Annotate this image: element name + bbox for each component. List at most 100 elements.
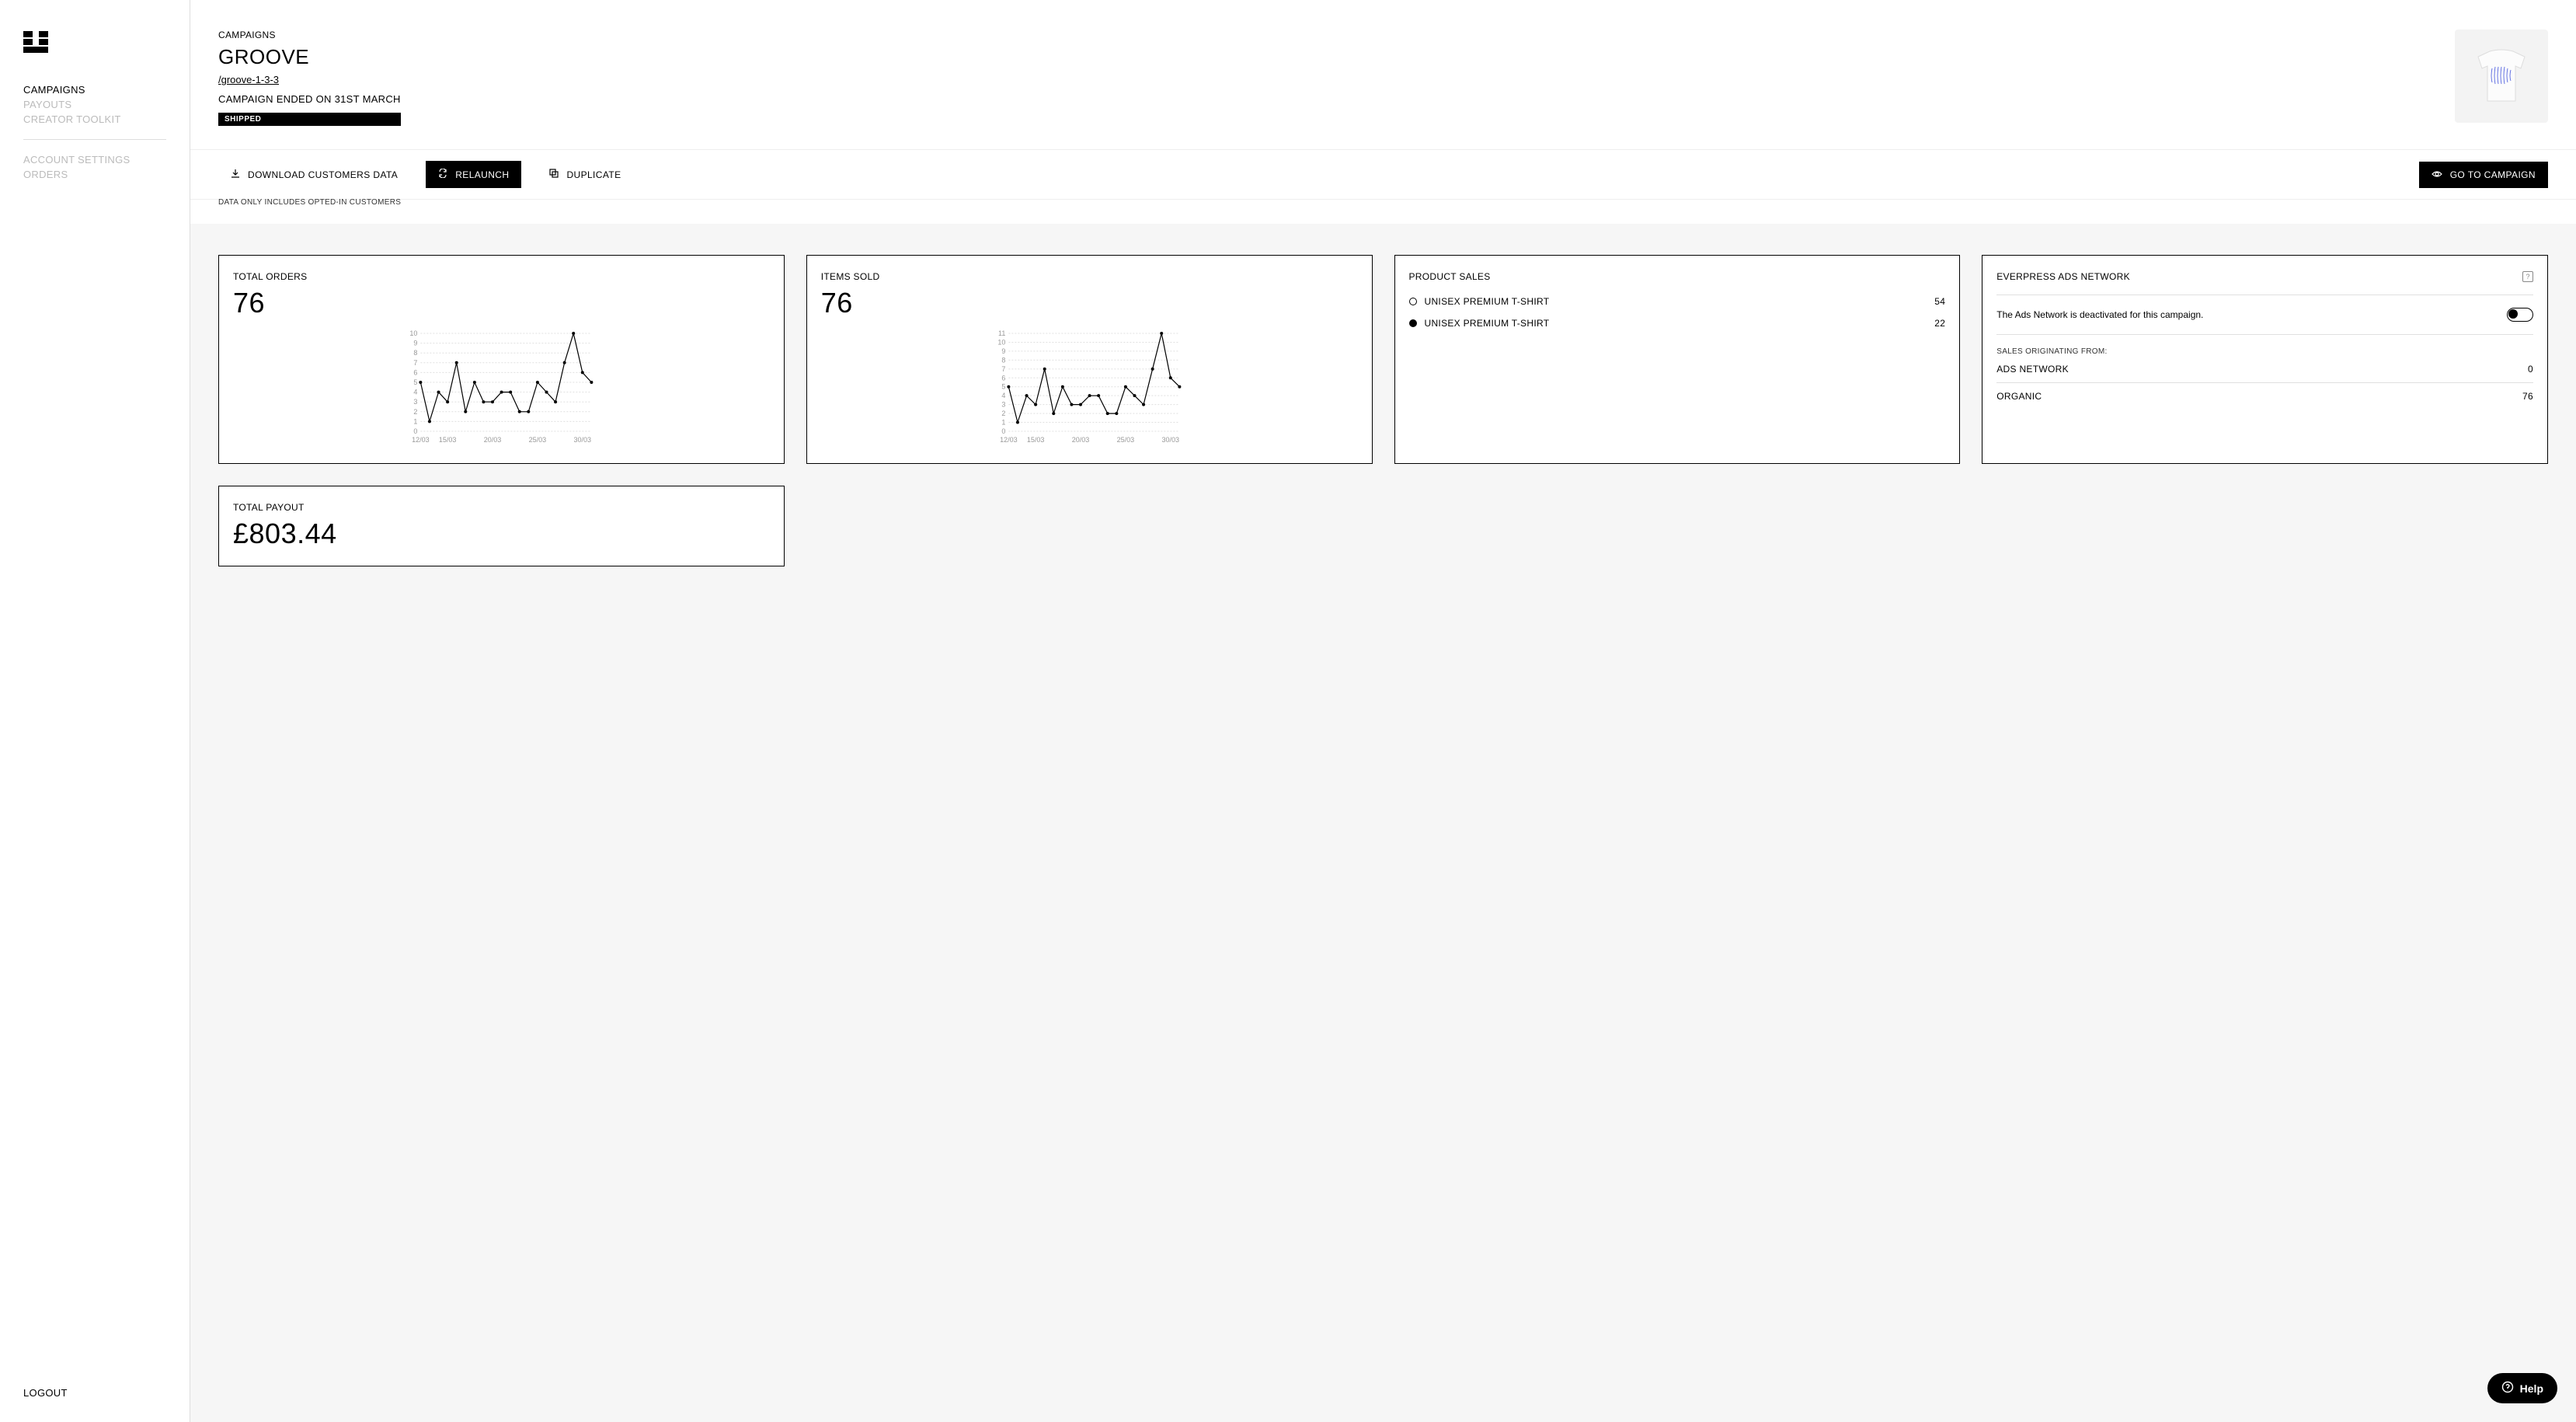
main-content: CAMPAIGNS GROOVE /groove-1-3-3 CAMPAIGN … [190,0,2576,1422]
duplicate-label: DUPLICATE [566,169,621,180]
product-count: 54 [1934,296,1945,307]
nav-orders[interactable]: ORDERS [23,169,166,180]
svg-text:9: 9 [413,340,417,347]
ads-network-card: EVERPRESS ADS NETWORK ? The Ads Network … [1982,255,2548,464]
svg-text:1: 1 [413,417,417,425]
svg-text:2: 2 [413,408,417,416]
product-sales-card: PRODUCT SALES UNISEX PREMIUM T-SHIRT54UN… [1394,255,1961,464]
svg-text:10: 10 [997,338,1005,346]
total-payout-label: TOTAL PAYOUT [233,502,770,513]
status-badge: SHIPPED [218,113,401,126]
campaign-slug-link[interactable]: /groove-1-3-3 [218,74,401,85]
svg-text:5: 5 [1001,383,1005,391]
svg-text:6: 6 [413,368,417,376]
svg-text:20/03: 20/03 [1071,436,1089,444]
ads-network-label: EVERPRESS ADS NETWORK [1996,271,2130,282]
action-bar: DOWNLOAD CUSTOMERS DATA RELAUNCH DUPLICA… [190,149,2576,200]
page-header: CAMPAIGNS GROOVE /groove-1-3-3 CAMPAIGN … [190,0,2576,149]
svg-text:20/03: 20/03 [484,436,502,444]
nav-divider [23,139,166,140]
svg-text:25/03: 25/03 [529,436,547,444]
svg-text:8: 8 [1001,356,1005,364]
dashboard-content: TOTAL ORDERS 76 01234567891012/0315/0320… [190,224,2576,1422]
svg-text:3: 3 [413,398,417,406]
svg-text:12/03: 12/03 [412,436,430,444]
svg-text:15/03: 15/03 [439,436,457,444]
go-to-campaign-button[interactable]: GO TO CAMPAIGN [2419,162,2548,188]
campaign-status-text: CAMPAIGN ENDED ON 31ST MARCH [218,93,401,105]
total-orders-card: TOTAL ORDERS 76 01234567891012/0315/0320… [218,255,785,464]
nav-campaigns[interactable]: CAMPAIGNS [23,84,166,96]
ads-stat-value: 0 [2528,364,2533,375]
go-to-campaign-label: GO TO CAMPAIGN [2450,169,2536,180]
product-name: UNISEX PREMIUM T-SHIRT [1425,296,1927,307]
svg-text:3: 3 [1001,401,1005,409]
sidebar: CAMPAIGNS PAYOUTS CREATOR TOOLKIT ACCOUN… [0,0,190,1422]
svg-text:0: 0 [413,427,417,435]
items-sold-chart: 0123456789101112/0315/0320/0325/0330/03 [821,329,1358,445]
download-icon [231,169,240,180]
ads-stat-value: 76 [2522,391,2533,402]
svg-text:9: 9 [1001,347,1005,355]
items-sold-value: 76 [821,287,1358,319]
svg-text:4: 4 [413,389,417,396]
svg-text:30/03: 30/03 [1161,436,1179,444]
nav-payouts[interactable]: PAYOUTS [23,99,166,110]
nav-account-settings[interactable]: ACCOUNT SETTINGS [23,154,166,166]
ads-stat-row: ORGANIC 76 [1996,383,2533,410]
refresh-icon [438,169,447,180]
help-icon[interactable]: ? [2522,271,2533,282]
svg-text:25/03: 25/03 [1116,436,1134,444]
product-row: UNISEX PREMIUM T-SHIRT 54 [1409,296,1946,307]
svg-text:8: 8 [413,349,417,357]
product-thumbnail[interactable] [2455,30,2548,123]
svg-text:7: 7 [413,359,417,367]
help-bubble-icon [2501,1381,2514,1396]
total-orders-label: TOTAL ORDERS [233,271,770,282]
color-swatch [1409,298,1417,305]
ads-stat-name: ADS NETWORK [1996,364,2069,375]
product-count: 22 [1934,318,1945,329]
ads-sub-label: SALES ORIGINATING FROM: [1996,347,2533,356]
total-orders-value: 76 [233,287,770,319]
duplicate-button[interactable]: DUPLICATE [537,161,633,188]
page-title: GROOVE [218,45,401,69]
download-customers-label: DOWNLOAD CUSTOMERS DATA [248,169,398,180]
total-orders-chart: 01234567891012/0315/0320/0325/0330/03 [233,329,770,445]
product-row: UNISEX PREMIUM T-SHIRT 22 [1409,318,1946,329]
svg-text:5: 5 [413,378,417,386]
svg-text:0: 0 [1001,427,1005,435]
logo [23,31,48,53]
help-fab-label: Help [2520,1382,2543,1395]
ads-network-desc: The Ads Network is deactivated for this … [1996,308,2203,322]
nav-creator-toolkit[interactable]: CREATOR TOOLKIT [23,113,166,125]
svg-text:15/03: 15/03 [1027,436,1045,444]
items-sold-label: ITEMS SOLD [821,271,1358,282]
primary-nav: CAMPAIGNS PAYOUTS CREATOR TOOLKIT ACCOUN… [23,84,166,180]
total-payout-card: TOTAL PAYOUT £803.44 [218,486,785,566]
relaunch-label: RELAUNCH [455,169,509,180]
ads-stat-row: ADS NETWORK 0 [1996,356,2533,382]
disclaimer-text: DATA ONLY INCLUDES OPTED-IN CUSTOMERS [190,198,2576,224]
ads-stat-name: ORGANIC [1996,391,2042,402]
svg-text:30/03: 30/03 [574,436,592,444]
eye-icon [2432,169,2442,180]
svg-text:6: 6 [1001,374,1005,382]
help-fab[interactable]: Help [2487,1373,2557,1403]
download-customers-button[interactable]: DOWNLOAD CUSTOMERS DATA [218,161,410,188]
color-swatch [1409,319,1417,327]
duplicate-icon [549,169,559,180]
svg-text:11: 11 [998,329,1005,337]
logout-button[interactable]: LOGOUT [23,1387,166,1399]
relaunch-button[interactable]: RELAUNCH [426,161,521,188]
ads-network-toggle[interactable] [2507,308,2533,322]
svg-text:1: 1 [1001,419,1005,427]
breadcrumb[interactable]: CAMPAIGNS [218,30,401,40]
product-sales-label: PRODUCT SALES [1409,271,1946,282]
total-payout-value: £803.44 [233,518,770,550]
svg-text:7: 7 [1001,365,1005,373]
svg-text:4: 4 [1001,392,1005,399]
items-sold-card: ITEMS SOLD 76 0123456789101112/0315/0320… [806,255,1373,464]
svg-text:2: 2 [1001,410,1005,417]
product-name: UNISEX PREMIUM T-SHIRT [1425,318,1927,329]
